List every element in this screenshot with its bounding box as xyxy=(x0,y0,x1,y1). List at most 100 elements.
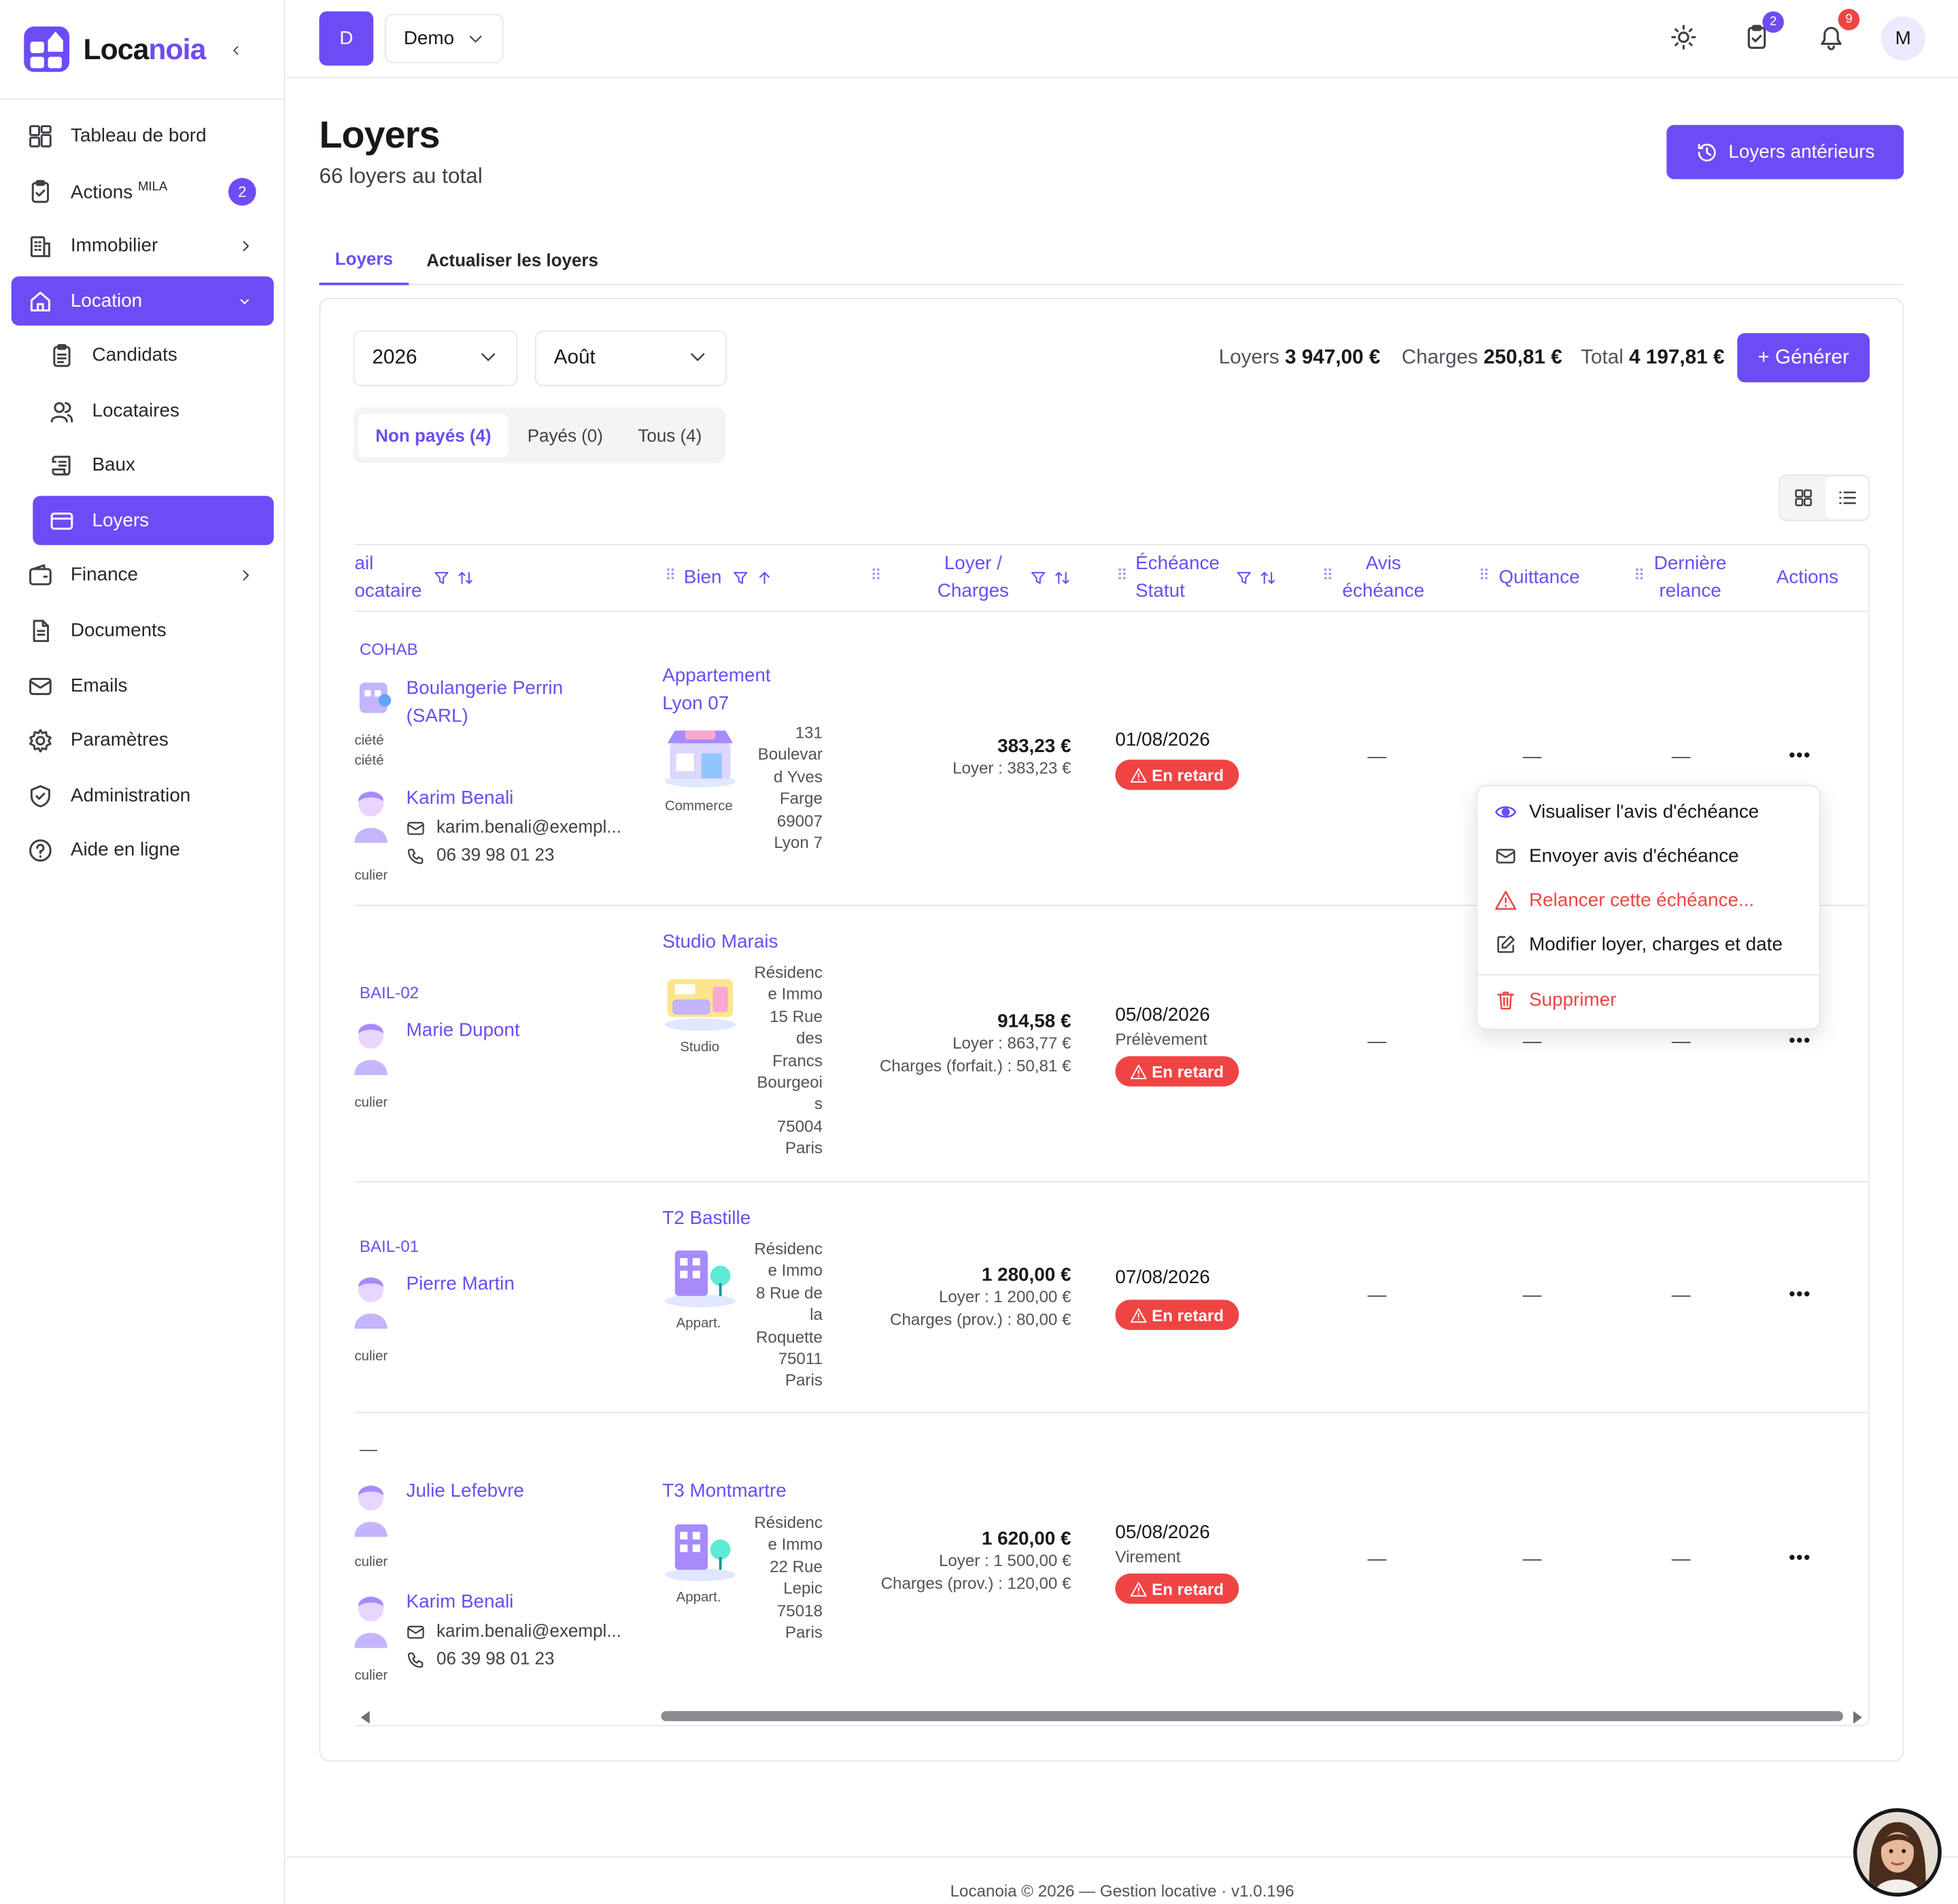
tenant-name[interactable]: Karim Benali xyxy=(407,785,514,813)
building-icon xyxy=(30,235,50,257)
table-row[interactable]: — culier Julie Lefebvre culier Karim Ben… xyxy=(354,1413,1868,1705)
sidebar-item-administration[interactable]: Administration xyxy=(12,771,274,820)
col-locataire[interactable]: ail ocataire xyxy=(354,550,422,606)
help-circle-icon xyxy=(29,838,52,862)
sidebar-item-location[interactable]: Location xyxy=(11,276,274,326)
tenant-phone[interactable]: 06 39 98 01 23 xyxy=(436,844,554,864)
month-select[interactable]: Août xyxy=(534,330,727,386)
row-actions-button[interactable]: ••• xyxy=(1789,1547,1811,1567)
lease-ref[interactable]: BAIL-02 xyxy=(360,983,419,1002)
filter-tous[interactable]: Tous (4) xyxy=(621,414,719,457)
menu-delete[interactable]: Supprimer xyxy=(1495,989,1616,1010)
col-loyer[interactable]: Loyer / Charges xyxy=(938,550,1009,606)
property-name[interactable]: Appartement Lyon 07 xyxy=(662,662,814,718)
sort-icon[interactable] xyxy=(1259,569,1277,587)
sidebar-item-tableau-de-bord[interactable]: Tableau de bord xyxy=(12,111,274,160)
list-view-button[interactable] xyxy=(1825,477,1869,519)
sidebar-item-parametres[interactable]: Paramètres xyxy=(12,715,274,764)
drag-handle-icon[interactable]: ⠿ xyxy=(665,566,676,584)
collapse-sidebar-icon[interactable] xyxy=(231,38,246,63)
grid-view-button[interactable] xyxy=(1781,477,1824,518)
property-name[interactable]: T2 Bastille xyxy=(662,1205,751,1233)
grid-icon xyxy=(1794,489,1812,507)
user-avatar[interactable]: M xyxy=(1880,16,1925,61)
lease-ref[interactable]: COHAB xyxy=(360,640,418,659)
drag-handle-icon[interactable]: ⠿ xyxy=(870,566,881,584)
tenant-name[interactable]: Julie Lefebvre xyxy=(407,1478,524,1506)
rent-amount: 914,58 € Loyer : 863,77 € Charges (forfa… xyxy=(879,1010,1071,1076)
scrollbar-thumb[interactable] xyxy=(661,1711,1844,1722)
row-actions-button[interactable]: ••• xyxy=(1789,1283,1811,1304)
sort-icon[interactable] xyxy=(457,569,475,587)
year-select[interactable]: 2026 xyxy=(353,330,517,386)
menu-send-notice[interactable]: Envoyer avis d'échéance xyxy=(1495,845,1739,867)
sidebar-item-baux[interactable]: Baux xyxy=(33,441,273,490)
col-avis[interactable]: Avis échéance xyxy=(1342,550,1424,606)
property-name[interactable]: Studio Marais xyxy=(662,929,778,957)
workspace-select[interactable]: Demo xyxy=(384,14,504,63)
horizontal-scrollbar[interactable] xyxy=(354,1705,1868,1725)
sort-icon[interactable] xyxy=(1053,569,1071,587)
tab-loyers[interactable]: Loyers xyxy=(319,235,409,286)
filter-non-payes[interactable]: Non payés (4) xyxy=(358,413,509,457)
warning-icon xyxy=(1130,1581,1147,1596)
generer-button[interactable]: + Générer xyxy=(1737,333,1870,383)
scroll-left-icon[interactable] xyxy=(360,1711,371,1724)
col-relance[interactable]: Dernière relance xyxy=(1654,550,1727,606)
sidebar-item-actions[interactable]: Actions MILA 2 xyxy=(12,167,274,216)
assistant-avatar[interactable] xyxy=(1853,1808,1942,1897)
filter-icon[interactable] xyxy=(732,569,749,587)
workspace-avatar[interactable]: D xyxy=(319,11,374,66)
col-quittance[interactable]: Quittance xyxy=(1499,564,1580,592)
filter-icon[interactable] xyxy=(432,569,450,587)
chevron-right-icon xyxy=(243,241,250,252)
filter-icon[interactable] xyxy=(1029,569,1047,587)
sidebar: Locanoia Tableau de bord Actions MILA 2 … xyxy=(0,0,286,1904)
menu-edit[interactable]: Modifier loyer, charges et date xyxy=(1495,934,1783,955)
total-charges: Charges 250,81 € xyxy=(1401,347,1562,369)
row-actions-button[interactable]: ••• xyxy=(1789,745,1811,765)
app-logo[interactable]: Locanoia xyxy=(22,24,206,74)
tenant-phone[interactable]: 06 39 98 01 23 xyxy=(436,1648,554,1669)
property-name[interactable]: T3 Montmartre xyxy=(662,1478,787,1506)
loyers-anterieurs-button[interactable]: Loyers antérieurs xyxy=(1666,124,1904,180)
due-date: 01/08/2026 xyxy=(1115,729,1210,751)
dashboard-icon xyxy=(29,124,52,147)
drag-handle-icon[interactable]: ⠿ xyxy=(1634,566,1645,584)
tab-actualiser[interactable]: Actualiser les loyers xyxy=(426,235,598,285)
table-row[interactable]: BAIL-01 culier Pierre Martin T2 Bastille… xyxy=(354,1183,1869,1414)
filter-payes[interactable]: Payés (0) xyxy=(515,414,615,457)
sort-asc-icon[interactable] xyxy=(756,569,774,587)
sidebar-item-aide[interactable]: Aide en ligne xyxy=(12,826,274,874)
sidebar-item-immobilier[interactable]: Immobilier xyxy=(12,221,274,270)
drag-handle-icon[interactable]: ⠿ xyxy=(1479,566,1490,584)
tenant-name[interactable]: Karim Benali xyxy=(407,1588,514,1616)
tenant-name[interactable]: Marie Dupont xyxy=(407,1017,520,1045)
scroll-right-icon[interactable] xyxy=(1852,1711,1862,1724)
col-bien[interactable]: Bien xyxy=(684,564,722,592)
sidebar-item-finance[interactable]: Finance xyxy=(12,550,274,599)
tenant-name[interactable]: Pierre Martin xyxy=(407,1271,515,1299)
sidebar-item-locataires[interactable]: Locataires xyxy=(33,386,273,435)
tenant-email[interactable]: karim.benali@exempl... xyxy=(436,817,621,837)
sun-icon[interactable] xyxy=(1670,24,1697,50)
col-echeance[interactable]: Échéance Statut xyxy=(1135,550,1220,606)
mail-icon xyxy=(407,1625,424,1639)
menu-view-notice[interactable]: Visualiser l'avis d'échéance xyxy=(1495,801,1759,823)
footer: Locanoia © 2026 — Gestion locative · v1.… xyxy=(286,1856,1958,1904)
filter-icon[interactable] xyxy=(1235,569,1253,587)
lease-ref[interactable]: BAIL-01 xyxy=(360,1237,419,1256)
tenant-email[interactable]: karim.benali@exempl... xyxy=(436,1620,621,1641)
sidebar-item-loyers[interactable]: Loyers xyxy=(33,496,274,545)
drag-handle-icon[interactable]: ⠿ xyxy=(1116,566,1127,584)
tenant-name[interactable]: Boulangerie Perrin (SARL) xyxy=(407,675,596,731)
sidebar-item-documents[interactable]: Documents xyxy=(12,606,274,655)
address-line: Résidenc xyxy=(754,1512,823,1532)
menu-remind[interactable]: Relancer cette échéance... xyxy=(1495,889,1754,911)
bell-icon[interactable] xyxy=(1818,24,1844,50)
sidebar-item-emails[interactable]: Emails xyxy=(12,661,274,710)
page-subtitle: 66 loyers au total xyxy=(319,164,483,188)
sidebar-item-candidats[interactable]: Candidats xyxy=(33,330,273,379)
drag-handle-icon[interactable]: ⠿ xyxy=(1322,566,1333,584)
row-actions-button[interactable]: ••• xyxy=(1789,1030,1811,1050)
